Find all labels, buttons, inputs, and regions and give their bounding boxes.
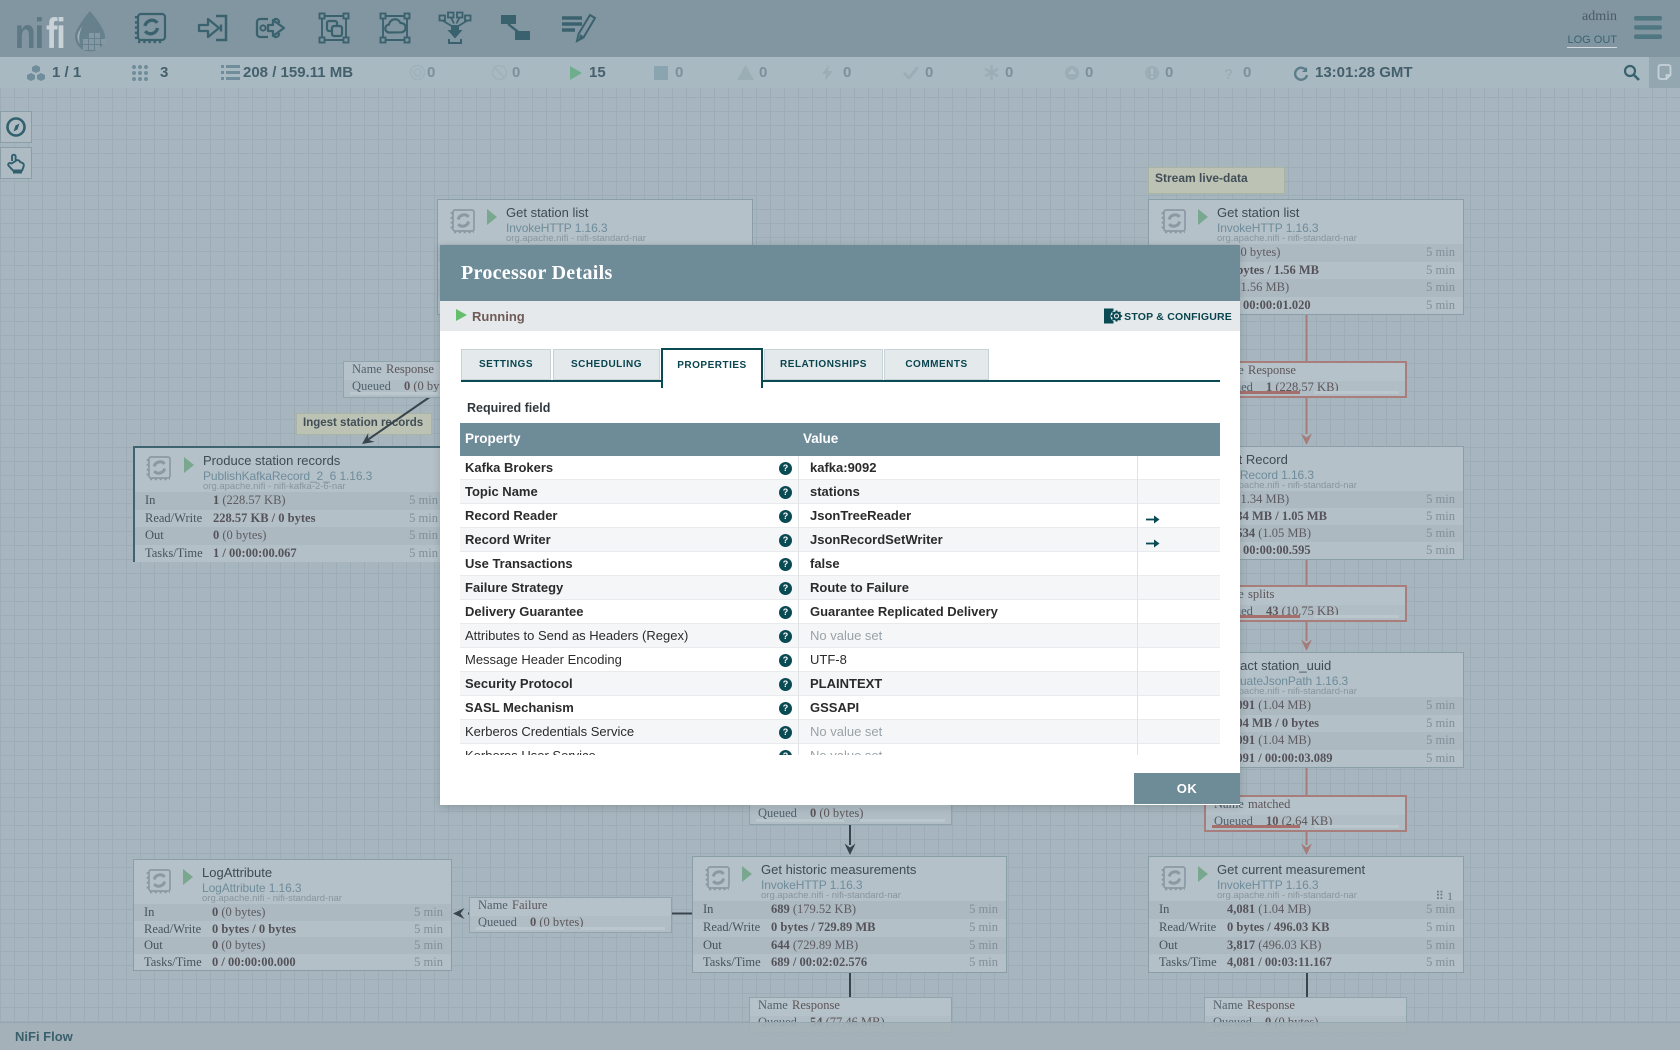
svg-text:?: ? [1224,66,1233,81]
svg-text:fi: fi [46,10,65,57]
svg-text:ni: ni [15,10,43,57]
